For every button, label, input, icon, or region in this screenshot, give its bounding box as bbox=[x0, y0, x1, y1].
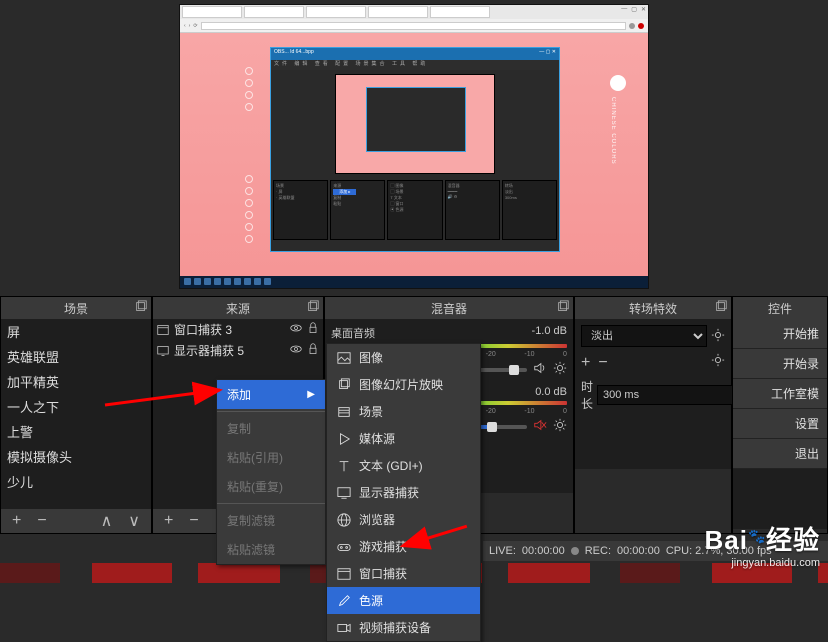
source-label: 显示器捕获 5 bbox=[174, 342, 244, 359]
scene-item[interactable]: 模拟摄像头 bbox=[1, 444, 151, 469]
live-time: 00:00:00 bbox=[522, 545, 565, 557]
scenes-header: 场景 bbox=[1, 297, 151, 319]
remove-source-button[interactable]: − bbox=[184, 512, 203, 530]
source-label: 窗口捕获 3 bbox=[174, 321, 232, 338]
window-icon bbox=[157, 324, 169, 336]
scenes-toolbar: + − ∧ ∨ bbox=[1, 509, 151, 533]
menu-paste-dup: 粘贴(重复) bbox=[217, 472, 325, 501]
popout-icon[interactable] bbox=[556, 300, 570, 314]
dock-transitions: 转场特效 淡出 + − 时长 ▲▼ bbox=[574, 296, 732, 534]
controls-header: 控件 bbox=[733, 297, 827, 319]
channel-name: 桌面音频 bbox=[331, 325, 375, 341]
menu-paste-filters: 粘贴滤镜 bbox=[217, 535, 325, 564]
live-label: LIVE: bbox=[489, 545, 516, 557]
browser-chrome: —▢✕ ‹›⟳ bbox=[180, 5, 648, 33]
rec-indicator bbox=[571, 547, 579, 555]
scene-item[interactable]: 加平精英 bbox=[1, 369, 151, 394]
gear-icon[interactable] bbox=[553, 418, 567, 435]
menu-paste-ref: 粘贴(引用) bbox=[217, 443, 325, 472]
paw-icon bbox=[748, 517, 766, 533]
duration-input[interactable] bbox=[597, 385, 751, 405]
add-display-capture[interactable]: 显示器捕获 bbox=[327, 479, 480, 506]
popout-icon[interactable] bbox=[714, 300, 728, 314]
dock-scenes: 场景 屏 英雄联盟 加平精英 一人之下 上警 模拟摄像头 少儿 + − ∧ ∨ bbox=[0, 296, 152, 534]
decor-right: CHINESE COLORS bbox=[610, 75, 630, 165]
exit-button[interactable]: 退出 bbox=[733, 439, 827, 469]
studio-mode-button[interactable]: 工作室模 bbox=[733, 379, 827, 409]
rec-label: REC: bbox=[585, 545, 611, 557]
remove-transition-button[interactable]: − bbox=[598, 354, 607, 372]
watermark: Bai经验 jingyan.baidu.com bbox=[705, 520, 820, 569]
source-item[interactable]: 窗口捕获 3 bbox=[153, 319, 323, 340]
preview-area[interactable]: —▢✕ ‹›⟳ CHINESE COLORS OBS... Id 64...bp… bbox=[0, 0, 828, 292]
source-item[interactable]: 显示器捕获 5 bbox=[153, 340, 323, 361]
add-source-submenu: 图像 图像幻灯片放映 场景 媒体源 文本 (GDI+) 显示器捕获 浏览器 游戏… bbox=[326, 343, 481, 642]
visibility-icon[interactable] bbox=[290, 343, 302, 358]
start-recording-button[interactable]: 开始录 bbox=[733, 349, 827, 379]
popout-icon[interactable] bbox=[134, 300, 148, 314]
remove-scene-button[interactable]: − bbox=[32, 512, 51, 530]
watermark-url: jingyan.baidu.com bbox=[705, 557, 820, 569]
add-browser[interactable]: 浏览器 bbox=[327, 506, 480, 533]
move-up-button[interactable]: ∧ bbox=[96, 511, 118, 531]
scene-item[interactable]: 屏 bbox=[1, 319, 151, 344]
add-image[interactable]: 图像 bbox=[327, 344, 480, 371]
add-text[interactable]: 文本 (GDI+) bbox=[327, 452, 480, 479]
gear-icon[interactable] bbox=[711, 353, 725, 372]
chevron-right-icon: ▶ bbox=[307, 389, 315, 400]
menu-copy: 复制 bbox=[217, 414, 325, 443]
add-color-source[interactable]: 色源 bbox=[327, 587, 480, 614]
rec-time: 00:00:00 bbox=[617, 545, 660, 557]
scene-item[interactable]: 少儿 bbox=[1, 469, 151, 494]
popout-icon[interactable] bbox=[306, 300, 320, 314]
scene-item[interactable]: 上警 bbox=[1, 419, 151, 444]
lock-icon[interactable] bbox=[307, 322, 319, 337]
add-media[interactable]: 媒体源 bbox=[327, 425, 480, 452]
lock-icon[interactable] bbox=[307, 343, 319, 358]
mixer-header: 混音器 bbox=[325, 297, 573, 319]
speaker-muted-icon[interactable] bbox=[533, 418, 547, 435]
menu-add[interactable]: 添加▶ bbox=[217, 380, 325, 409]
transitions-header: 转场特效 bbox=[575, 297, 731, 319]
add-game-capture[interactable]: 游戏捕获 bbox=[327, 533, 480, 560]
add-slideshow[interactable]: 图像幻灯片放映 bbox=[327, 371, 480, 398]
taskbar bbox=[180, 276, 648, 288]
scene-item[interactable]: 一人之下 bbox=[1, 394, 151, 419]
add-window-capture[interactable]: 窗口捕获 bbox=[327, 560, 480, 587]
start-streaming-button[interactable]: 开始推 bbox=[733, 319, 827, 349]
gear-icon[interactable] bbox=[711, 328, 725, 345]
source-context-menu: 添加▶ 复制 粘贴(引用) 粘贴(重复) 复制滤镜 粘贴滤镜 bbox=[216, 379, 326, 565]
settings-button[interactable]: 设置 bbox=[733, 409, 827, 439]
transition-select[interactable]: 淡出 bbox=[581, 325, 707, 347]
add-scene-button[interactable]: + bbox=[7, 512, 26, 530]
dock-controls: 控件 开始推 开始录 工作室模 设置 退出 bbox=[732, 296, 828, 534]
add-transition-button[interactable]: + bbox=[581, 354, 590, 372]
channel-db: 0.0 dB bbox=[535, 386, 567, 398]
scene-item[interactable]: 英雄联盟 bbox=[1, 344, 151, 369]
add-video-capture[interactable]: 视频捕获设备 bbox=[327, 614, 480, 641]
monitor-icon bbox=[157, 345, 169, 357]
speaker-icon[interactable] bbox=[533, 361, 547, 378]
add-source-button[interactable]: + bbox=[159, 512, 178, 530]
menu-copy-filters: 复制滤镜 bbox=[217, 506, 325, 535]
add-scene[interactable]: 场景 bbox=[327, 398, 480, 425]
visibility-icon[interactable] bbox=[290, 322, 302, 337]
gear-icon[interactable] bbox=[553, 361, 567, 378]
decor-rings bbox=[240, 65, 258, 275]
duration-label: 时长 bbox=[581, 378, 593, 412]
move-down-button[interactable]: ∨ bbox=[123, 511, 145, 531]
preview-content: —▢✕ ‹›⟳ CHINESE COLORS OBS... Id 64...bp… bbox=[179, 4, 649, 289]
sources-header: 来源 bbox=[153, 297, 323, 319]
nested-obs-window: OBS... Id 64...bpp— ▢ ✕ 文件 编辑 查看 配置 场景集合… bbox=[270, 47, 560, 252]
channel-db: -1.0 dB bbox=[532, 325, 567, 341]
